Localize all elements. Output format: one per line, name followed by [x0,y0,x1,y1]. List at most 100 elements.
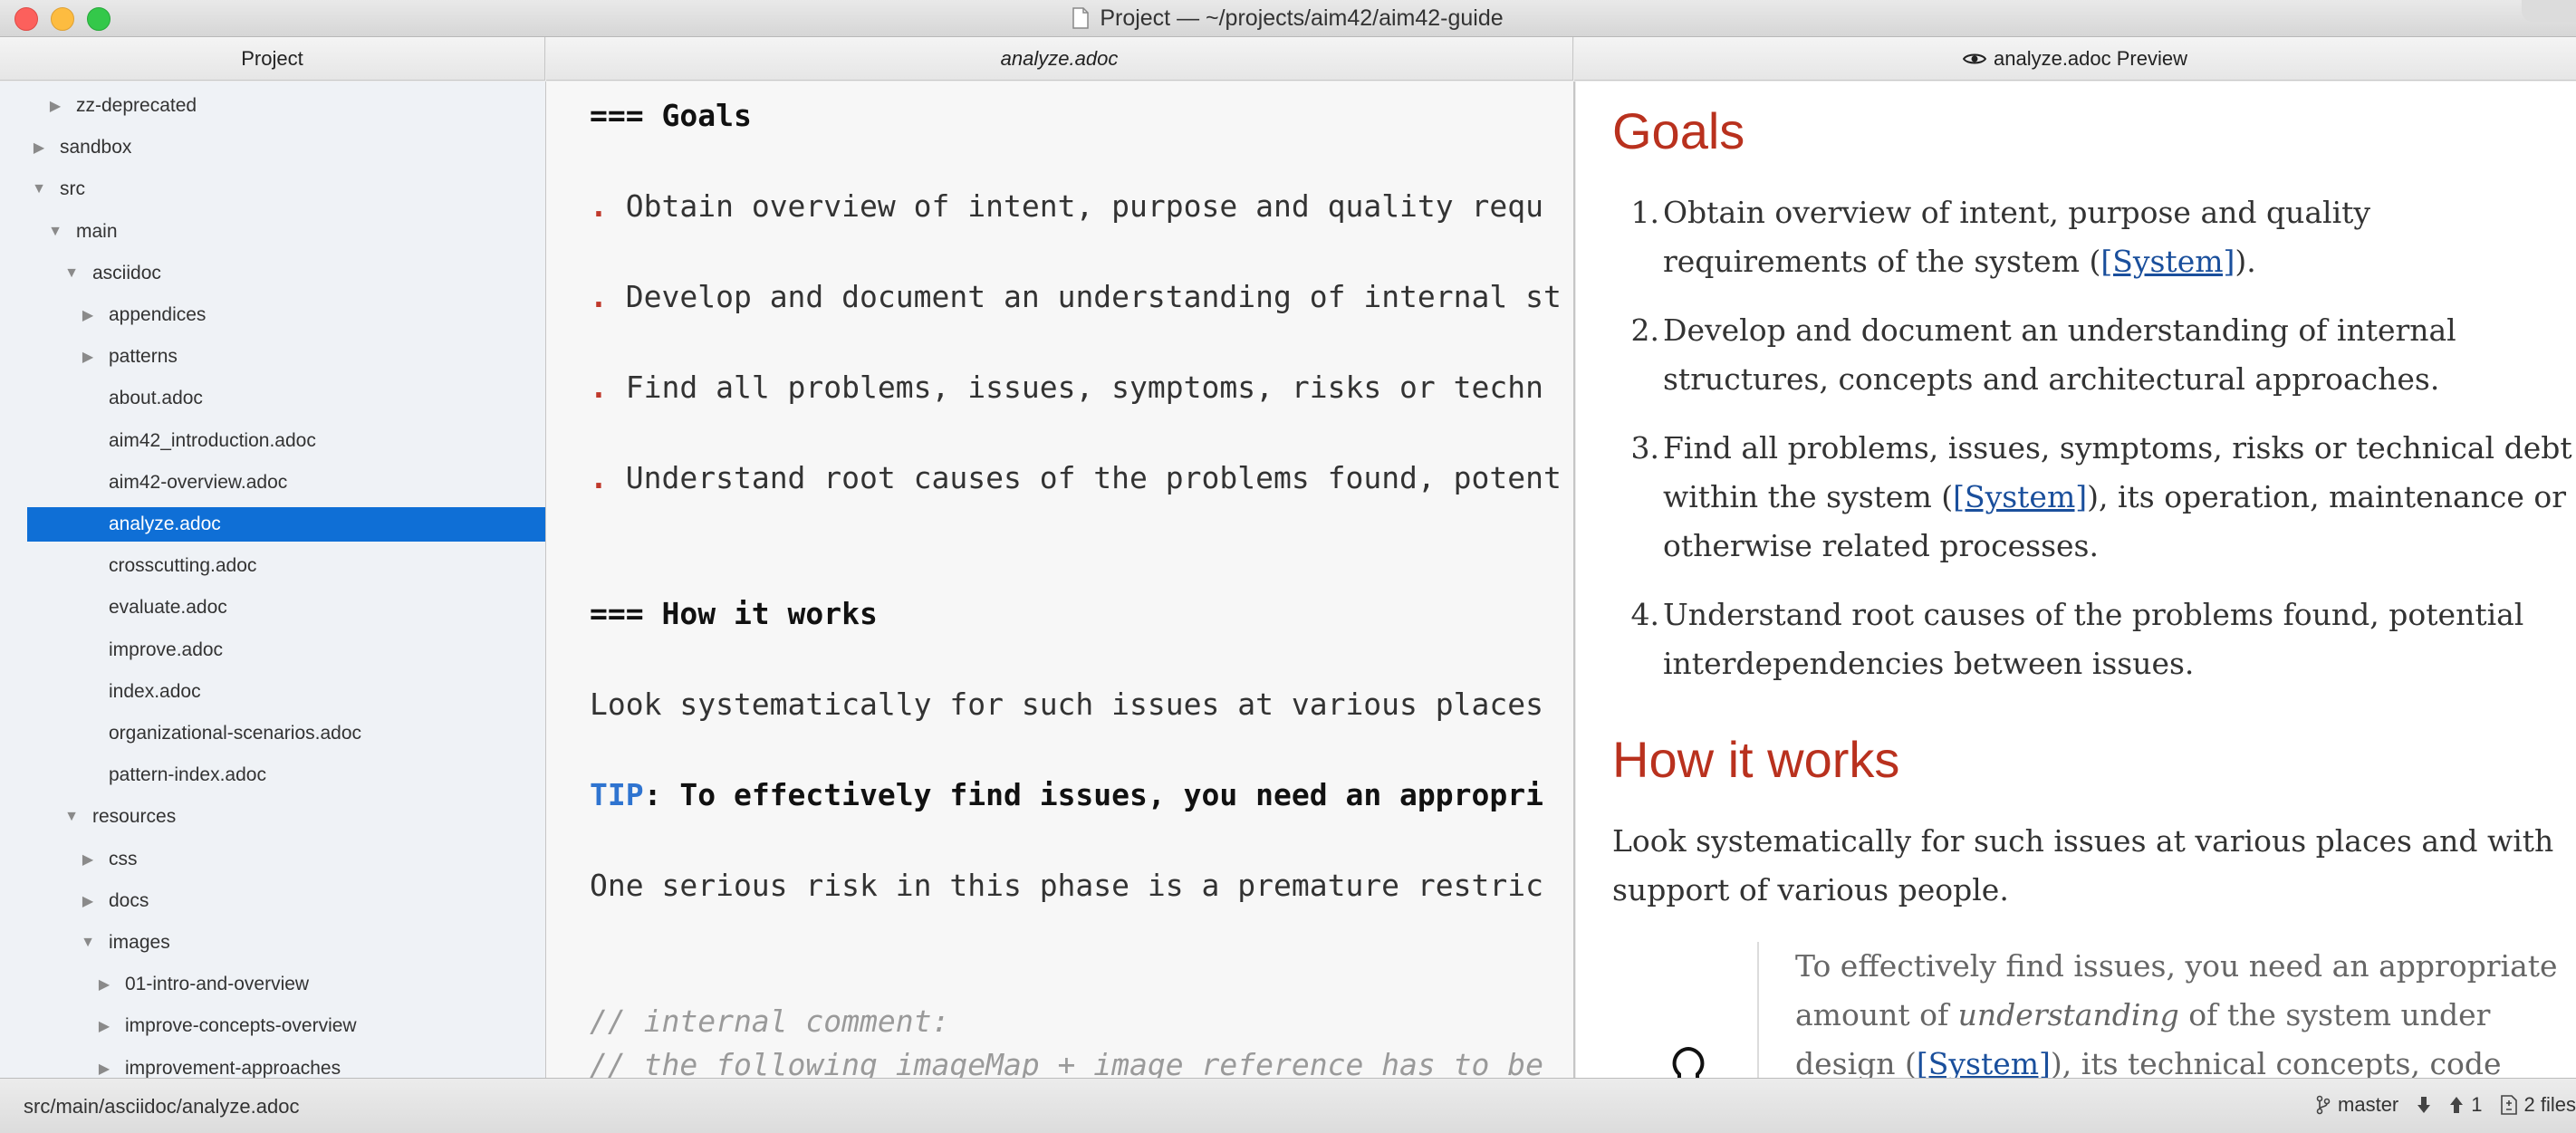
tree-folder-item[interactable]: ▼ main [0,215,545,249]
editor-line-goals-heading: === Goals [590,98,752,133]
tree-folder-item[interactable]: ▶ improvement-approaches [0,1051,545,1078]
arrow-up-icon [2450,1097,2464,1113]
file-diff-icon [2500,1095,2517,1115]
modified-files[interactable]: 2 files [2500,1093,2576,1117]
tree-folder-item[interactable]: ▼ asciidoc [0,256,545,291]
lightbulb-icon [1672,1046,1705,1078]
preview-goal-item: 1. Obtain overview of intent, purpose and… [1630,195,2371,279]
project-tree: ▶ zz-deprecated ▶ sandbox ▼ src ▼ main ▼ asciidoc… [0,82,546,1078]
preview-heading-goals: Goals [1612,102,1745,159]
tree-folder-item[interactable]: ▶ sandbox [0,130,545,165]
disclosure-open-icon[interactable]: ▼ [63,265,80,282]
disclosure-closed-icon[interactable]: ▶ [96,975,112,994]
preview-goals-list: 1. Obtain overview of intent, purpose and… [1612,188,2572,708]
editor-tab[interactable]: analyze.adoc [546,37,1573,81]
tree-item-label: zz-deprecated [76,95,197,116]
tree-folder-item[interactable]: ▼ images [0,926,545,960]
tree-folder-item[interactable]: ▶ improve-concepts-overview [0,1009,545,1043]
tree-file-item[interactable]: about.adoc [0,381,545,416]
status-file-path[interactable]: src/main/asciidoc/analyze.adoc [24,1095,299,1119]
system-link[interactable]: [System] [2100,244,2235,279]
git-branch[interactable]: master [2316,1093,2398,1117]
tree-file-item[interactable]: aim42_introduction.adoc [0,424,545,458]
tree-item-label: resources [92,806,177,828]
project-pane-header[interactable]: Project [0,37,545,81]
system-link[interactable]: [System] [1917,1046,2051,1078]
disclosure-closed-icon[interactable]: ▶ [80,306,96,324]
tree-item-label: about.adoc [109,388,203,409]
tree-folder-item[interactable]: ▶ zz-deprecated [0,89,545,123]
tree-item-label: index.adoc [109,680,201,702]
disclosure-closed-icon[interactable]: ▶ [47,97,63,115]
tree-folder-item[interactable]: ▶ 01-intro-and-overview [0,967,545,1002]
tree-item-label: src [60,178,85,200]
preview-goal-item: 4. Understand root causes of the problems… [1630,597,2524,681]
editor-line-goal-3: . Find all problems, issues, symptoms, r… [590,370,1544,405]
git-pull[interactable] [2417,1096,2431,1114]
tree-item-label: appendices [109,304,207,325]
editor-line-look: Look systematically for such issues at v… [590,687,1543,722]
tree-item-label: docs [109,889,149,911]
project-pane-title: Project [241,46,303,70]
status-bar: src/main/asciidoc/analyze.adoc master 1 … [0,1078,2576,1133]
tree-folder-item[interactable]: ▶ appendices [0,298,545,332]
window-tab-stub [2522,0,2576,22]
tree-item-label: images [109,932,170,953]
preview-tab[interactable]: analyze.adoc Preview [1574,37,2576,81]
tree-item-label: pattern-index.adoc [109,764,266,786]
disclosure-closed-icon[interactable]: ▶ [96,1060,112,1078]
editor-line-tip: TIP: To effectively find issues, you nee… [590,777,1543,812]
tree-folder-item[interactable]: ▼ resources [0,800,545,834]
system-link[interactable]: [System] [1953,479,2087,514]
editor-line-comment-2: // the following imageMap + image refere… [590,1047,1543,1078]
editor-line-goal-4: . Understand root causes of the problems… [590,460,1562,495]
tree-item-label: evaluate.adoc [109,597,227,619]
tree-item-label: improve.adoc [109,639,224,660]
tree-folder-item[interactable]: ▼ src [0,172,545,206]
disclosure-open-icon[interactable]: ▼ [31,181,47,197]
tree-item-label: main [76,220,118,242]
tree-folder-item[interactable]: ▶ docs [0,884,545,918]
editor-line-risk: One serious risk in this phase is a prem… [590,868,1543,903]
editor-tab-title: analyze.adoc [1000,46,1119,70]
disclosure-closed-icon[interactable]: ▶ [31,139,47,157]
preview-heading-how: How it works [1612,731,1900,788]
tree-item-label: css [109,848,138,869]
tree-folder-item[interactable]: ▶ patterns [0,340,545,374]
tree-file-item[interactable]: evaluate.adoc [0,591,545,625]
disclosure-open-icon[interactable]: ▼ [47,224,63,240]
markdown-preview[interactable]: Goals 1. Obtain overview of intent, purpo… [1576,82,2576,1078]
tree-item-label: crosscutting.adoc [109,555,257,577]
disclosure-closed-icon[interactable]: ▶ [80,850,96,869]
git-push[interactable]: 1 [2449,1093,2483,1117]
disclosure-closed-icon[interactable]: ▶ [96,1017,112,1035]
disclosure-open-icon[interactable]: ▼ [63,809,80,825]
editor-line-goal-1: . Obtain overview of intent, purpose and… [590,188,1544,224]
tip-admonition: To effectively find issues, you need an … [1757,942,2572,1078]
editor-line-how-heading: === How it works [590,596,878,631]
tree-item-label: analyze.adoc [109,514,221,534]
arrow-down-icon [2417,1097,2431,1113]
tree-file-item[interactable]: pattern-index.adoc [0,758,545,792]
branch-icon [2316,1095,2331,1115]
tree-file-item[interactable]: index.adoc [0,675,545,709]
tree-file-item[interactable]: improve.adoc [0,633,545,667]
disclosure-open-icon[interactable]: ▼ [80,935,96,951]
window-title: Project — ~/projects/aim42/aim42-guide [1100,5,1504,31]
tree-file-item[interactable]: analyze.adoc [27,507,545,542]
editor-line-goal-2: . Develop and document an understanding … [590,279,1562,314]
tree-item-label: asciidoc [92,262,161,283]
disclosure-closed-icon[interactable]: ▶ [80,892,96,910]
tree-file-item[interactable]: crosscutting.adoc [0,549,545,583]
preview-tab-title: analyze.adoc Preview [1993,46,2187,70]
tree-item-label: patterns [109,346,178,368]
tree-file-item[interactable]: organizational-scenarios.adoc [0,716,545,751]
tree-file-item[interactable]: aim42-overview.adoc [0,466,545,500]
tree-item-label: improvement-approaches [125,1057,341,1078]
tree-folder-item[interactable]: ▶ css [0,842,545,877]
text-editor[interactable]: === Goals . Obtain overview of intent, p… [546,82,1575,1078]
preview-goal-item: 2. Develop and document an understanding … [1630,312,2456,397]
disclosure-closed-icon[interactable]: ▶ [80,348,96,366]
title-bar: Project — ~/projects/aim42/aim42-guide [0,0,2576,37]
preview-how-paragraph: Look systematically for such issues at v… [1612,823,2554,907]
